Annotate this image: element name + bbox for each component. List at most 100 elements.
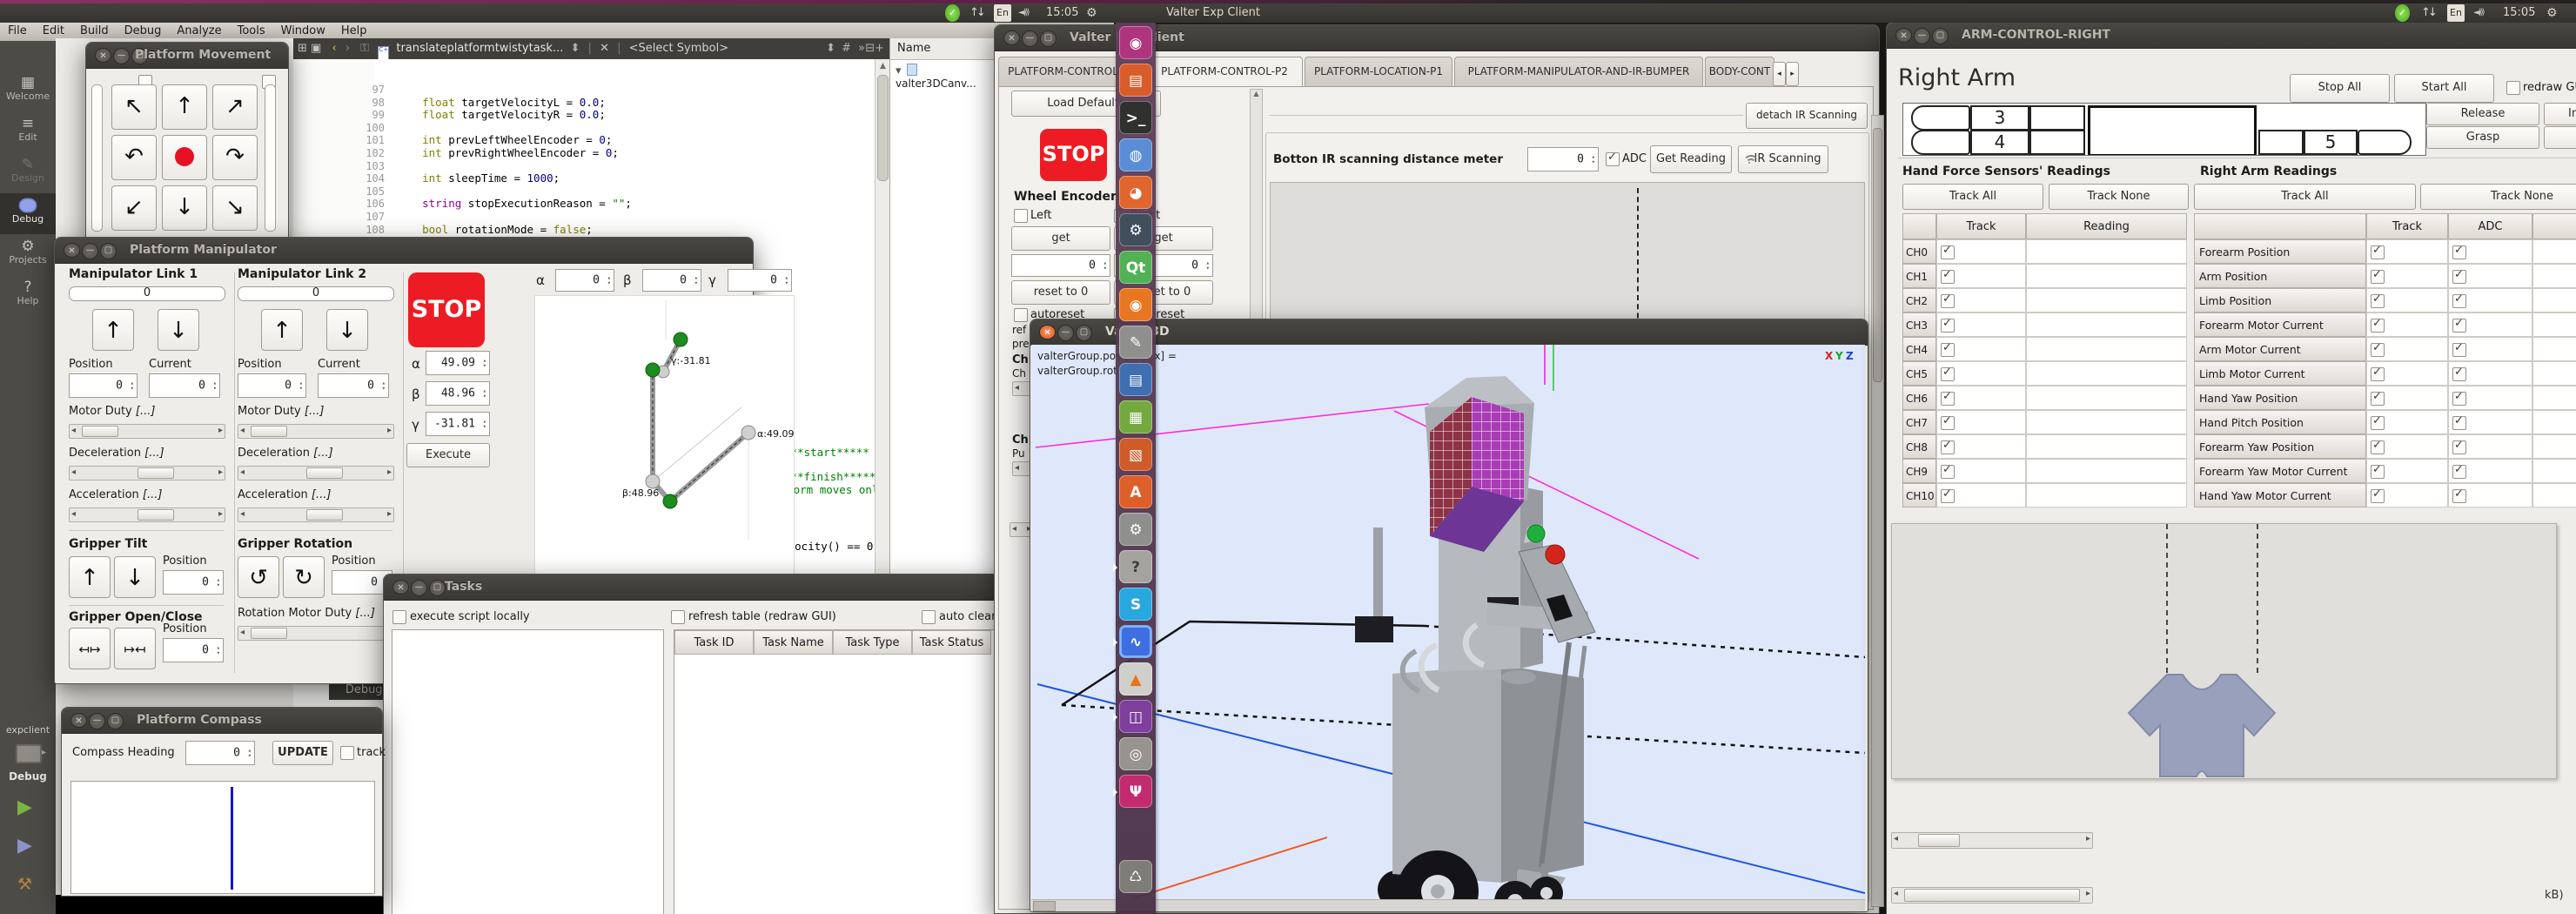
sidebar-mode[interactable]: ≡ Edit xyxy=(0,111,56,152)
clock-indicator[interactable]: 15:05 xyxy=(1046,4,1078,22)
adc-checkbox[interactable] xyxy=(2452,367,2466,381)
right-velocity-slider[interactable] xyxy=(265,84,276,232)
adc-checkbox[interactable] xyxy=(2452,343,2466,357)
track-checkbox[interactable] xyxy=(1941,465,1955,479)
adc-checkbox[interactable] xyxy=(2452,416,2466,430)
menu-item[interactable]: Edit xyxy=(35,23,72,39)
gripper-close-button[interactable]: ↦↤ xyxy=(114,628,156,669)
adc-cell[interactable] xyxy=(2448,313,2532,337)
launcher-icon[interactable]: ▤ xyxy=(1119,64,1152,97)
finger-segment[interactable] xyxy=(2029,105,2085,131)
left-encoder-checkbox[interactable] xyxy=(1014,209,1028,223)
start-all-watchers-button[interactable]: Start All Watchers xyxy=(2394,74,2494,103)
launcher-icon[interactable]: S xyxy=(1119,588,1152,621)
gl-hscrollbar[interactable] xyxy=(1031,899,1865,911)
palm-cell[interactable] xyxy=(2088,105,2257,156)
track-checkbox[interactable] xyxy=(2371,343,2385,357)
close-icon[interactable]: ✕ xyxy=(1039,325,1056,339)
link1-position-spinbox[interactable]: 0 xyxy=(69,373,138,398)
sidebar-mode[interactable]: ▦ Welcome xyxy=(0,71,56,111)
link1-down-button[interactable]: ↓ xyxy=(158,309,199,351)
outline-item[interactable]: valter3DCanv... xyxy=(896,77,976,90)
launcher-icon[interactable]: ◕ xyxy=(1119,176,1152,209)
minimize-icon[interactable]: — xyxy=(89,713,105,729)
compass-heading-spinbox[interactable]: 0 xyxy=(185,741,255,765)
clock-indicator[interactable]: 15:05 xyxy=(2503,4,2535,22)
tab[interactable]: PLATFORM-MANIPULATOR-AND-IR-BUMPER xyxy=(1454,57,1703,86)
maximize-icon[interactable]: ▢ xyxy=(1040,30,1057,47)
alpha-spinbox[interactable]: 49.09 xyxy=(426,351,490,375)
arm-track-none-button[interactable]: Track None xyxy=(2420,184,2576,210)
adc-checkbox[interactable] xyxy=(2452,465,2466,479)
track-checkbox[interactable] xyxy=(1941,416,1955,430)
track-checkbox[interactable] xyxy=(1941,270,1955,284)
adc-checkbox[interactable] xyxy=(2452,319,2466,333)
gripper-rotate-ccw-button[interactable]: ↺ xyxy=(238,556,279,598)
track-cell[interactable] xyxy=(2366,483,2448,507)
track-cell[interactable] xyxy=(1936,337,2026,361)
track-column-header[interactable]: Track xyxy=(1936,213,2026,239)
filename-combo[interactable]: translateplatformtwistytask... xyxy=(396,42,563,55)
launcher-icon[interactable]: ▦ xyxy=(1119,400,1152,433)
ir-scanning-button[interactable]: IR Scanning xyxy=(1738,145,1828,173)
launcher-icon[interactable]: ◉ xyxy=(1119,288,1152,321)
finger-segment[interactable] xyxy=(1911,130,1970,155)
track-column-header[interactable]: Track xyxy=(2366,213,2448,239)
gripper-open-button[interactable]: ↤↦ xyxy=(69,628,111,669)
launcher-icon[interactable]: ◫ xyxy=(1119,700,1152,733)
move-se-button[interactable]: ↘ xyxy=(212,185,258,231)
track-checkbox[interactable] xyxy=(340,746,354,760)
tab-scroll-right[interactable]: ▸ xyxy=(1786,62,1799,86)
finger-cell-3[interactable]: 3 xyxy=(1970,105,2029,131)
gl-canvas[interactable]: valterGroup.pos [x, y, x] = valterGroup.… xyxy=(1031,345,1865,899)
minimize-icon[interactable]: — xyxy=(411,580,427,596)
menu-item[interactable]: Tools xyxy=(230,23,273,39)
link2-current-spinbox[interactable]: 0 xyxy=(318,373,389,398)
close-split-icon[interactable]: ▣ xyxy=(311,42,321,55)
adc-cell[interactable] xyxy=(2448,410,2532,434)
manipulator-stop-button[interactable]: STOP xyxy=(408,272,485,347)
adc-checkbox[interactable] xyxy=(2452,392,2466,406)
track-checkbox[interactable] xyxy=(2371,440,2385,454)
launcher-icon[interactable]: ◍ xyxy=(1119,138,1152,171)
menu-item[interactable]: Window xyxy=(273,23,333,39)
grasp-button[interactable]: Grasp xyxy=(2426,126,2539,149)
split-icon[interactable]: ⊞ xyxy=(298,42,307,55)
link1-acceleration-slider[interactable] xyxy=(69,507,225,522)
valterexp-scrollbar[interactable] xyxy=(1871,115,1884,907)
track-cell[interactable] xyxy=(2366,386,2448,410)
adc-cell[interactable] xyxy=(2448,239,2532,264)
rotation-motor-duty-slider[interactable] xyxy=(238,626,394,641)
sidebar-mode[interactable]: ⚙ Projects xyxy=(0,234,56,275)
link1-motor-duty-slider[interactable] xyxy=(69,424,225,439)
link2-motor-duty-slider[interactable] xyxy=(238,424,394,439)
menu-item[interactable]: Help xyxy=(333,23,375,39)
task-column-header[interactable]: Task Status xyxy=(912,630,991,655)
minimize-icon[interactable]: — xyxy=(113,48,130,64)
track-cell[interactable] xyxy=(1936,239,2026,264)
track-cell[interactable] xyxy=(1936,434,2026,459)
rotate-ccw-button[interactable]: ↶ xyxy=(111,135,157,180)
track-checkbox[interactable] xyxy=(1941,294,1955,308)
adc-cell[interactable] xyxy=(2448,483,2532,507)
filename-dropdown-icon[interactable]: ⬍ xyxy=(571,42,580,55)
launcher-icon[interactable]: ∿ xyxy=(1119,625,1152,658)
split-editor-icon[interactable]: ⊟+ xyxy=(865,38,884,59)
task-column-header[interactable]: Task Type xyxy=(833,630,912,655)
track-checkbox[interactable] xyxy=(1941,489,1955,503)
launcher-icon[interactable]: ▧ xyxy=(1119,438,1152,471)
track-checkbox[interactable] xyxy=(2371,319,2385,333)
skype-tray-icon[interactable]: ✓ xyxy=(2395,4,2410,22)
track-checkbox[interactable] xyxy=(2371,416,2385,430)
execute-locally-checkbox[interactable] xyxy=(392,610,406,624)
launcher-icon[interactable]: Qt xyxy=(1119,251,1152,284)
menu-item[interactable]: Build xyxy=(72,23,117,39)
launcher-icon[interactable]: ◉ xyxy=(1119,26,1152,59)
gamma-spinbox[interactable]: -31.81 xyxy=(426,412,490,436)
finger-segment[interactable] xyxy=(2029,130,2085,155)
link2-acceleration-slider[interactable] xyxy=(238,507,394,522)
sidebar-mode[interactable]: ? Help xyxy=(0,275,56,316)
sound-indicator-icon[interactable]: ◄))) xyxy=(2473,4,2483,22)
adc-cell[interactable] xyxy=(2448,361,2532,386)
launcher-icon[interactable]: ? xyxy=(1119,550,1152,583)
